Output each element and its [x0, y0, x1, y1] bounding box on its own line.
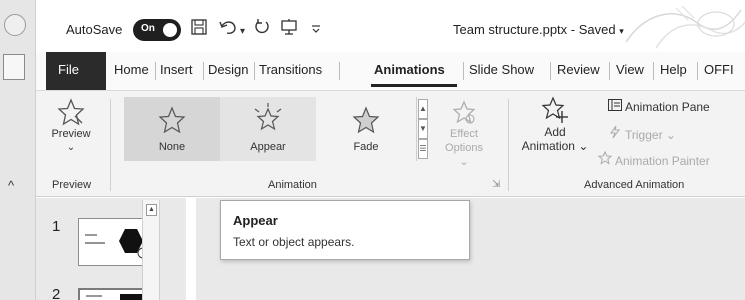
account-circle-icon[interactable]: [4, 14, 26, 36]
tab-insert[interactable]: Insert: [160, 62, 193, 77]
ribbon-tabs: File Home Insert Design Transitions Anim…: [36, 52, 745, 90]
animation-fade-label: Fade: [353, 141, 379, 153]
effect-options-line2: Options ⌄: [439, 141, 489, 169]
animation-appear-label: Appear: [250, 141, 286, 153]
slide-number-2: 2: [52, 286, 61, 300]
powerpoint-window: ^ AutoSave On ▾ Team structure.pptx - Sa…: [0, 0, 745, 300]
tab-animations[interactable]: Animations: [374, 62, 445, 77]
animation-fade[interactable]: Fade: [316, 97, 416, 161]
animation-pane-icon: [608, 99, 622, 114]
tab-separator: [550, 62, 551, 80]
left-edge-strip: ^: [0, 0, 36, 300]
tab-help[interactable]: Help: [660, 62, 687, 77]
tab-transitions[interactable]: Transitions: [259, 62, 322, 77]
undo-icon[interactable]: [218, 18, 240, 42]
tab-home[interactable]: Home: [114, 62, 149, 77]
add-animation-line2: Animation ⌄: [520, 139, 590, 153]
slide-thumbnails-pane: 1 2: [36, 198, 186, 300]
effect-options-icon: [452, 100, 476, 124]
tooltip-title: Appear: [233, 213, 278, 228]
tab-separator: [697, 62, 698, 80]
add-animation-line2-text: Animation: [521, 139, 575, 153]
save-icon[interactable]: [190, 18, 208, 42]
gallery-scroll-down[interactable]: ▼: [418, 119, 428, 139]
title-bar: AutoSave On ▾ Team structure.pptx - Save…: [36, 0, 745, 52]
tab-separator: [609, 62, 610, 80]
autosave-label: AutoSave: [66, 22, 123, 37]
active-tab-indicator: [371, 84, 457, 87]
trigger-dropdown: ⌄: [665, 128, 676, 142]
scroll-up-icon[interactable]: ▲: [146, 204, 157, 216]
effect-options-line1: Effect: [450, 128, 478, 140]
save-status: Saved: [578, 22, 616, 37]
animation-none-label: None: [158, 141, 186, 153]
group-label-animation: Animation: [268, 179, 317, 191]
trigger-label: Trigger: [625, 128, 663, 142]
star-outline-icon: [158, 106, 186, 134]
effect-options-dropdown: ⌄: [459, 156, 469, 168]
star-fade-icon: [352, 106, 380, 134]
gallery-scroll: ▲ ▼ ☰: [416, 97, 428, 161]
tab-file[interactable]: File: [46, 52, 106, 90]
group-label-advanced-animation: Advanced Animation: [584, 179, 685, 191]
tab-review[interactable]: Review: [557, 62, 600, 77]
preview-dropdown[interactable]: ⌄: [48, 141, 94, 155]
animation-tooltip: Appear Text or object appears.: [220, 200, 470, 260]
autosave-toggle[interactable]: On: [133, 19, 181, 41]
tab-separator: [339, 62, 340, 80]
animation-painter-icon: [597, 150, 613, 168]
preview-button[interactable]: Preview ⌄: [48, 97, 94, 155]
document-title[interactable]: Team structure.pptx - Saved ▾: [453, 22, 624, 37]
add-animation-line1: Add: [544, 125, 566, 139]
animation-pane-button[interactable]: Animation Pane: [608, 99, 710, 114]
tab-separator: [155, 62, 156, 80]
gallery-more[interactable]: ☰: [418, 139, 428, 159]
tab-separator: [203, 62, 204, 80]
autosave-toggle-state: On: [141, 23, 155, 34]
ribbon-body: Preview ⌄ Preview None Appear Fade ▲ ▼ ☰…: [36, 90, 745, 197]
add-animation-dropdown: ⌄: [578, 139, 589, 153]
animation-appear[interactable]: Appear: [220, 97, 316, 161]
star-burst-icon: [254, 103, 282, 131]
tooltip-description: Text or object appears.: [233, 235, 355, 249]
present-icon[interactable]: [280, 18, 298, 42]
redo-icon[interactable]: [253, 18, 271, 42]
tab-view[interactable]: View: [616, 62, 644, 77]
animation-pane-label: Animation Pane: [625, 100, 710, 114]
customize-quick-access-icon[interactable]: [310, 21, 322, 41]
animation-gallery: None Appear Fade ▲ ▼ ☰: [124, 97, 428, 161]
tab-separator: [254, 62, 255, 80]
left-panel-box: [3, 54, 25, 80]
animation-none[interactable]: None: [124, 97, 220, 161]
slide-number-1: 1: [52, 218, 61, 235]
preview-label: Preview: [51, 128, 91, 140]
group-separator: [508, 99, 509, 191]
trigger-button[interactable]: Trigger ⌄: [608, 125, 676, 142]
add-animation-button[interactable]: Add Animation ⌄: [520, 95, 590, 153]
preview-star-icon: [57, 98, 85, 126]
animation-painter-label: Animation Painter: [615, 154, 710, 168]
effect-options-button[interactable]: Effect Options ⌄: [439, 99, 489, 169]
thumbnails-scrollbar[interactable]: ▲: [142, 200, 160, 300]
group-separator: [110, 99, 111, 191]
title-separator: -: [570, 22, 576, 37]
document-name: Team structure.pptx: [453, 22, 568, 37]
animation-dialog-launcher[interactable]: ⇲: [492, 179, 500, 190]
trigger-icon: [608, 125, 622, 142]
tab-office[interactable]: OFFI: [704, 62, 734, 77]
effect-options-line2-text: Options: [445, 142, 483, 154]
tab-slide-show[interactable]: Slide Show: [469, 62, 534, 77]
toggle-knob: [163, 23, 177, 37]
decorative-swirl: [625, 5, 745, 49]
collapse-ribbon-button[interactable]: ^: [8, 178, 14, 193]
tab-separator: [463, 62, 464, 80]
animation-painter-button[interactable]: Animation Painter: [597, 150, 710, 168]
tab-design[interactable]: Design: [208, 62, 248, 77]
undo-dropdown[interactable]: ▾: [240, 22, 245, 42]
gallery-scroll-up[interactable]: ▲: [418, 99, 428, 119]
tab-separator: [653, 62, 654, 80]
add-animation-icon: [541, 96, 568, 123]
group-label-preview: Preview: [52, 179, 92, 191]
